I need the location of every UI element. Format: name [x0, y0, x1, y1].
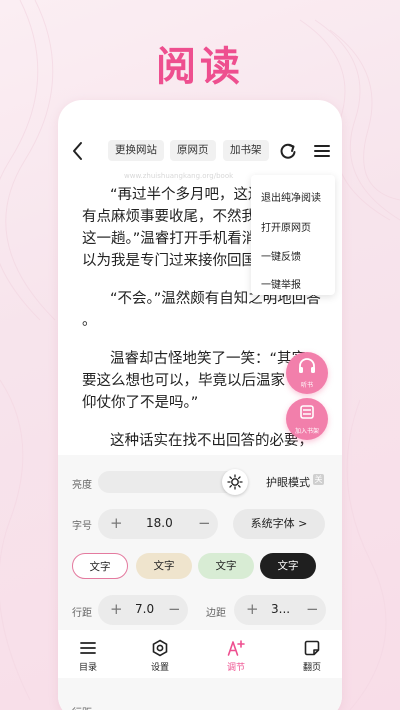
brightness-slider-knob[interactable]: [222, 469, 248, 495]
original-page-button[interactable]: 原网页: [170, 140, 216, 161]
font-size-increase-button[interactable]: +: [110, 514, 123, 532]
add-shelf-float-button[interactable]: 加入书架: [286, 398, 328, 440]
text-adjust-icon: [227, 640, 245, 656]
sun-icon: [227, 474, 243, 490]
listen-button[interactable]: 听书: [286, 352, 328, 394]
line-spacing-label: 行距: [72, 704, 92, 710]
add-to-shelf-button[interactable]: 加书架: [223, 140, 269, 161]
line-spacing-value: 7.0: [135, 602, 155, 616]
add-shelf-label: 加入书架: [294, 428, 319, 435]
margin-increase-button[interactable]: +: [246, 600, 259, 618]
menu-open-original[interactable]: 打开原网页: [261, 219, 311, 234]
line-spacing-increase-button[interactable]: +: [110, 600, 123, 618]
margin-label: 边距: [206, 608, 226, 619]
menu-feedback[interactable]: 一键反馈: [261, 248, 301, 263]
listen-label: 听书: [300, 382, 313, 389]
margin-value: 3...: [271, 602, 291, 616]
line-spacing-row-label: 行距: [72, 608, 92, 619]
theme-swatch-green[interactable]: 文字: [198, 553, 254, 579]
theme-swatch-dark[interactable]: 文字: [260, 553, 316, 579]
phone-frame: 更换网站 原网页 加书架 www.zhuishuangkang.org/book…: [58, 100, 342, 710]
tab-catalog-label: 目录: [78, 663, 97, 673]
tab-page-turn[interactable]: 翻页: [292, 638, 332, 673]
tab-adjust-label: 调节: [226, 663, 245, 673]
margin-stepper: + 3... −: [234, 595, 326, 625]
list-icon: [80, 642, 96, 654]
change-site-button[interactable]: 更换网站: [108, 140, 164, 161]
font-size-decrease-button[interactable]: −: [198, 514, 211, 532]
tab-page-turn-label: 翻页: [302, 663, 321, 673]
font-size-stepper: + 18.0 −: [98, 509, 218, 539]
eye-mode-toggle[interactable]: 关: [313, 474, 324, 485]
line-spacing-decrease-button[interactable]: −: [168, 600, 181, 618]
bottom-tab-bar: 目录 设置 调节 翻页: [58, 630, 342, 678]
eye-mode-label: 护眼模式: [266, 476, 310, 489]
hexagon-settings-icon: [152, 639, 168, 657]
page-turn-icon: [304, 640, 320, 656]
headphones-icon: [299, 358, 315, 373]
bookshelf-icon: [300, 405, 314, 419]
brightness-label: 亮度: [72, 480, 92, 491]
tab-settings-label: 设置: [150, 663, 169, 673]
theme-swatch-beige[interactable]: 文字: [136, 553, 192, 579]
refresh-icon[interactable]: [278, 141, 298, 161]
back-arrow-icon[interactable]: [70, 140, 86, 162]
faint-url-text: www.zhuishuangkang.org/book: [124, 172, 234, 180]
tab-catalog[interactable]: 目录: [68, 638, 108, 673]
menu-exit-pure-reading[interactable]: 退出纯净阅读: [261, 189, 321, 204]
tab-settings[interactable]: 设置: [140, 638, 180, 673]
overflow-menu: 退出纯净阅读 打开原网页 一键反馈 一键举报: [251, 175, 335, 295]
hero-title: 阅读: [156, 44, 244, 90]
menu-icon[interactable]: [312, 141, 332, 161]
theme-swatch-white[interactable]: 文字: [72, 553, 128, 579]
font-size-value: 18.0: [146, 516, 173, 530]
menu-report[interactable]: 一键举报: [261, 276, 301, 291]
tab-adjust[interactable]: 调节: [216, 638, 256, 673]
text-line: 。: [82, 313, 97, 329]
line-spacing-stepper: + 7.0 −: [98, 595, 188, 625]
reader-top-bar: 更换网站 原网页 加书架: [58, 136, 342, 166]
font-size-label: 字号: [72, 521, 92, 532]
margin-decrease-button[interactable]: −: [306, 600, 319, 618]
font-family-button[interactable]: 系统字体 >: [233, 509, 325, 539]
